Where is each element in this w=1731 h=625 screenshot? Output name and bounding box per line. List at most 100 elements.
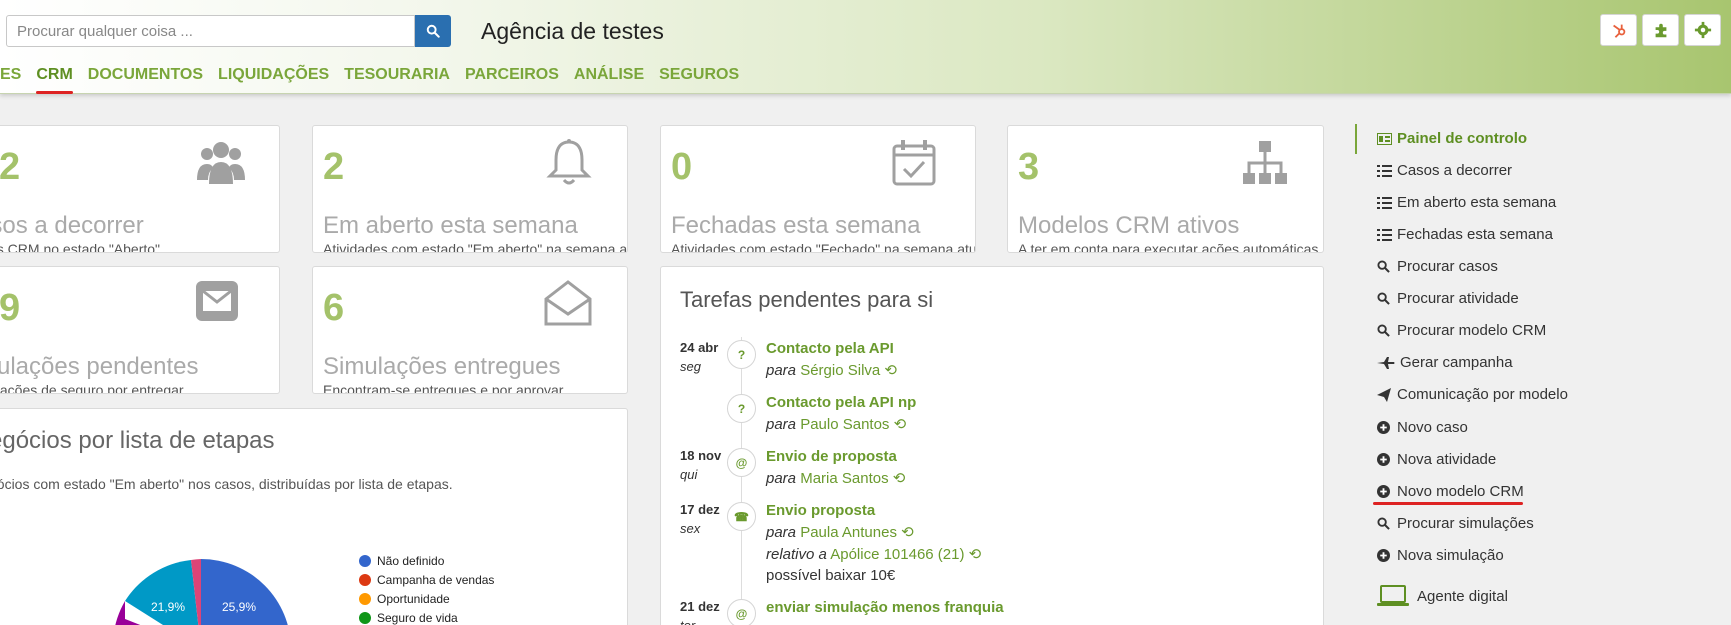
stat-title: mulações pendentes [0, 353, 199, 380]
pie-slice-teal[interactable] [125, 560, 201, 625]
menu-gerar-campanha[interactable]: Gerar campanha [1377, 354, 1513, 371]
menu-comunicacao-modelo[interactable]: Comunicação por modelo [1377, 386, 1568, 403]
nav-item-tesouraria[interactable]: TESOURARIA [344, 66, 450, 88]
task-title[interactable]: Contacto pela API [766, 340, 894, 357]
menu-novo-caso[interactable]: Novo caso [1377, 419, 1468, 436]
stat-subtitle: ulações de seguro por entregar [0, 382, 184, 394]
recipient-link[interactable]: Paula Antunes [800, 524, 897, 541]
stat-title: Em aberto esta semana [323, 212, 578, 239]
menu-label: Casos a decorrer [1397, 162, 1513, 179]
settings-button[interactable] [1684, 14, 1721, 46]
chart-description: gócios com estado "Em aberto" nos casos,… [0, 476, 453, 492]
question-icon: ? [727, 394, 756, 423]
history-icon[interactable]: ⟲ [894, 416, 907, 433]
list-icon [1377, 228, 1392, 241]
stat-card-simulacoes-pendentes[interactable]: 9 mulações pendentes ulações de seguro p… [0, 266, 280, 394]
stat-number: 0 [671, 146, 693, 188]
email-icon: @ [727, 448, 756, 477]
history-icon[interactable]: ⟲ [884, 362, 897, 379]
legend-item[interactable]: Não definido [359, 551, 494, 570]
nav-item-parceiros[interactable]: PARCEIROS [465, 66, 559, 88]
task-day: ter [680, 618, 695, 625]
task-day: qui [680, 467, 698, 482]
task-day: seg [680, 359, 701, 374]
menu-fechadas[interactable]: Fechadas esta semana [1377, 226, 1553, 243]
stat-card-simulacoes-entregues[interactable]: 6 Simulações entregues Encontram-se entr… [312, 266, 628, 394]
recipient-link[interactable]: Paulo Santos [800, 416, 889, 433]
task-recipient: para Maria Santos ⟲ [766, 470, 906, 487]
plus-circle-icon [1377, 485, 1390, 498]
task-recipient: para Paulo Santos ⟲ [766, 416, 907, 433]
search-input[interactable] [6, 15, 415, 47]
stat-card-fechadas[interactable]: 0 Fechadas esta semana Atividades com es… [660, 125, 976, 253]
task-title[interactable]: Envio de proposta [766, 448, 897, 465]
stat-title: Fechadas esta semana [671, 212, 921, 239]
phone-icon: ☎ [727, 502, 756, 531]
task-date: 18 nov [680, 448, 722, 463]
nav-item-liquidacoes[interactable]: LIQUIDAÇÕES [218, 66, 329, 88]
menu-nova-simulacao[interactable]: Nova simulação [1377, 547, 1504, 564]
plugin-button[interactable] [1642, 14, 1679, 46]
menu-casos-decorrer[interactable]: Casos a decorrer [1377, 162, 1512, 179]
stat-card-modelos-crm[interactable]: 3 Modelos CRM ativos A ter em conta para… [1007, 125, 1324, 253]
recipient-link[interactable]: Maria Santos [800, 470, 888, 487]
menu-agente-digital[interactable]: Agente digital [1377, 585, 1508, 607]
legend-item[interactable]: Oportunidade [359, 589, 494, 608]
history-icon[interactable]: ⟲ [893, 470, 906, 487]
nav-item-crm[interactable]: CRM [36, 66, 74, 94]
menu-label: Procurar atividade [1397, 290, 1519, 307]
calendar-check-icon [892, 140, 936, 186]
task-title[interactable]: enviar simulação menos franquia [766, 599, 1004, 616]
task-date: 24 abr [680, 340, 719, 355]
history-icon[interactable]: ⟲ [901, 524, 914, 541]
menu-label: Agente digital [1417, 587, 1508, 605]
history-icon[interactable]: ⟲ [969, 546, 982, 563]
tasks-card: Tarefas pendentes para si 24 abr seg ? C… [660, 266, 1324, 625]
stat-card-em-aberto[interactable]: 2 Em aberto esta semana Atividades com e… [312, 125, 628, 253]
stat-card-casos-decorrer[interactable]: 2 asos a decorrer os CRM no estado "Aber… [0, 125, 280, 253]
pie-chart-card: egócios por lista de etapas gócios com e… [0, 408, 628, 625]
search-button[interactable] [415, 15, 451, 47]
menu-em-aberto[interactable]: Em aberto esta semana [1377, 194, 1556, 211]
list-icon [1377, 164, 1392, 177]
menu-nova-atividade[interactable]: Nova atividade [1377, 451, 1496, 468]
nav-item-analise[interactable]: ANÁLISE [574, 66, 644, 88]
recipient-link[interactable]: Sérgio Silva [800, 362, 880, 379]
stat-subtitle: A ter em conta para executar ações autom… [1018, 241, 1319, 253]
stat-number: 9 [0, 287, 21, 329]
legend-label: Não definido [377, 553, 445, 568]
task-title[interactable]: Envio proposta [766, 502, 875, 519]
nav-item-documentos[interactable]: DOCUMENTOS [88, 66, 203, 88]
chart-title: egócios por lista de etapas [0, 427, 275, 454]
envelope-icon [196, 281, 238, 321]
menu-procurar-atividade[interactable]: Procurar atividade [1377, 290, 1519, 307]
menu-label: Procurar simulações [1397, 515, 1534, 532]
policy-link[interactable]: Apólice 101466 (21) [830, 546, 964, 563]
task-note: possível baixar 10€ [766, 567, 896, 584]
legend-dot [359, 611, 371, 624]
search-icon [1377, 292, 1390, 305]
nav-item-seguros[interactable]: SEGUROS [659, 66, 739, 88]
pie-chart[interactable]: 25,9% 21,9% [111, 559, 291, 625]
menu-procurar-modelo-crm[interactable]: Procurar modelo CRM [1377, 322, 1546, 339]
legend-item[interactable]: Campanha de vendas [359, 570, 494, 589]
dashboard-icon [1377, 132, 1392, 145]
nav-item-es[interactable]: ES [0, 66, 21, 88]
hubspot-button[interactable] [1600, 14, 1637, 46]
task-recipient: para Paula Antunes ⟲ [766, 524, 914, 541]
legend-item[interactable]: Seguro de vida [359, 608, 494, 625]
send-icon [1377, 387, 1391, 402]
puzzle-icon [1655, 23, 1666, 38]
pie-slice-nao-definido[interactable] [201, 559, 291, 625]
menu-novo-modelo-crm[interactable]: Novo modelo CRM [1377, 483, 1524, 500]
task-title[interactable]: Contacto pela API np [766, 394, 916, 411]
menu-painel-controlo[interactable]: Painel de controlo [1377, 130, 1527, 147]
menu-label: Novo modelo CRM [1397, 483, 1524, 500]
task-date: 17 dez [680, 502, 720, 517]
menu-label: Gerar campanha [1400, 354, 1513, 371]
stat-number: 2 [323, 146, 345, 188]
stat-number: 3 [1018, 146, 1040, 188]
menu-procurar-simulacoes[interactable]: Procurar simulações [1377, 515, 1534, 532]
legend-dot [359, 554, 371, 567]
menu-procurar-casos[interactable]: Procurar casos [1377, 258, 1498, 275]
